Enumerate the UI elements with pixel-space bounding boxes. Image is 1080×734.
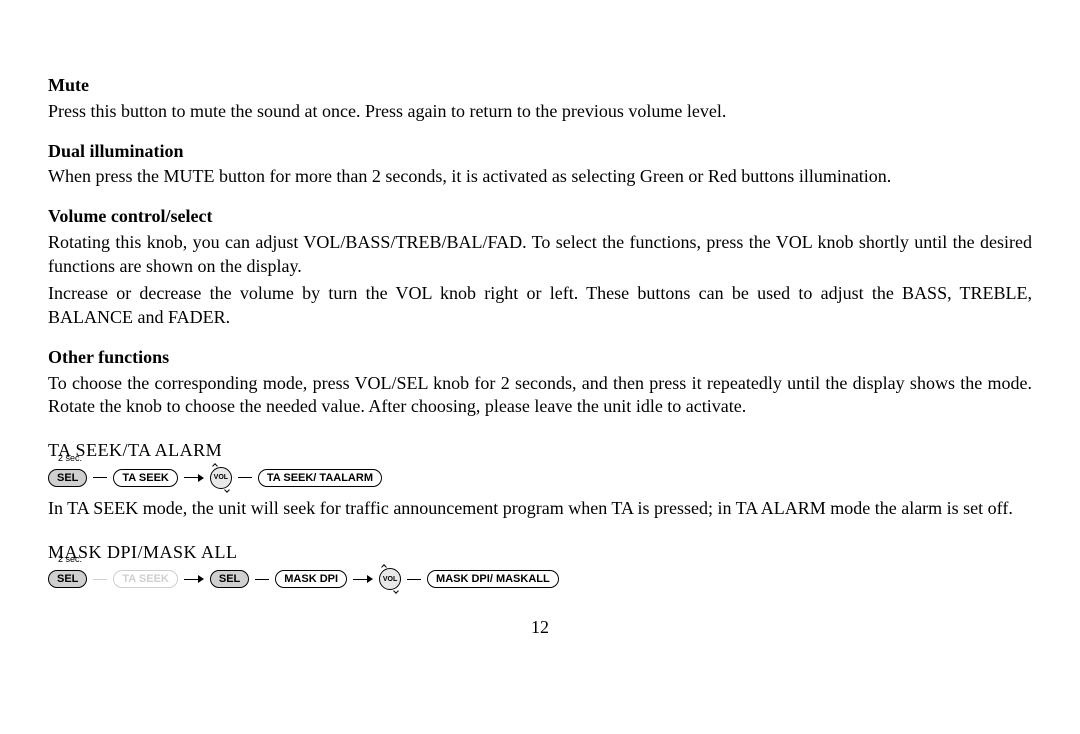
sel-button-icon: SEL [48,469,87,487]
arrow-icon [367,575,373,583]
page-number: 12 [48,616,1032,640]
mask-dpi-display-icon: MASK DPI [275,570,347,588]
ta-seek-ghost-icon: TA SEEK [113,570,177,588]
sel-button-icon: SEL [210,570,249,588]
mask-heading: MASK DPI/MASK ALL [48,541,1032,565]
mask-diagram: 2 sec. SEL TA SEEK SEL MASK DPI VOL MASK… [48,568,1032,590]
arrow-icon [198,474,204,482]
connector-icon [184,477,198,478]
volume-text-2: Increase or decrease the volume by turn … [48,282,1032,330]
volume-heading: Volume control/select [48,205,1032,229]
taseek-heading: TA SEEK/TA ALARM [48,439,1032,463]
dual-heading: Dual illumination [48,140,1032,164]
mute-text: Press this button to mute the sound at o… [48,100,1032,124]
connector-icon [353,579,367,580]
taseek-text: In TA SEEK mode, the unit will seek for … [48,497,1032,521]
taseek-diagram: 2 sec. SEL TA SEEK VOL TA SEEK/ TAALARM [48,467,1032,489]
other-heading: Other functions [48,346,1032,370]
mute-heading: Mute [48,74,1032,98]
arrow-icon [198,575,204,583]
result-display-icon: TA SEEK/ TAALARM [258,469,382,487]
connector-icon [407,579,421,580]
connector-icon [238,477,252,478]
connector-icon [255,579,269,580]
ta-seek-display-icon: TA SEEK [113,469,177,487]
connector-icon [184,579,198,580]
duration-label: 2 sec. [58,554,82,566]
duration-label: 2 sec. [58,453,82,465]
volume-text-1: Rotating this knob, you can adjust VOL/B… [48,231,1032,279]
connector-icon [93,477,107,478]
connector-icon [93,579,107,580]
manual-page: Mute Press this button to mute the sound… [0,0,1080,640]
vol-knob-icon: VOL [379,568,401,590]
result-display-icon: MASK DPI/ MASKALL [427,570,559,588]
sel-button-icon: SEL [48,570,87,588]
vol-knob-icon: VOL [210,467,232,489]
other-text: To choose the corresponding mode, press … [48,372,1032,420]
dual-text: When press the MUTE button for more than… [48,165,1032,189]
